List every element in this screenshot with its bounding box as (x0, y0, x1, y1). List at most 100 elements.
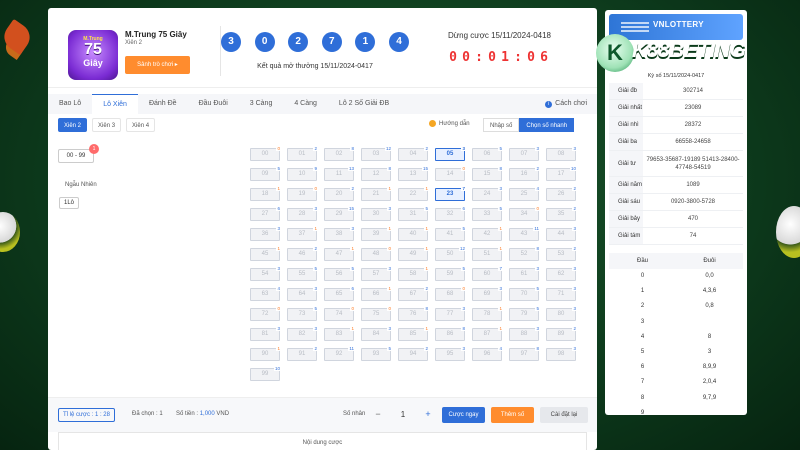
number-cell[interactable]: 61 3 (509, 266, 540, 281)
number-cell[interactable]: 71 3 (546, 286, 577, 301)
number-cell[interactable]: 58 1 (398, 266, 429, 281)
number-cell[interactable]: 75 0 (361, 306, 392, 321)
number-cell[interactable]: 05 3 (435, 146, 466, 161)
number-cell[interactable]: 36 3 (250, 226, 281, 241)
number-cell[interactable]: 52 8 (509, 246, 540, 261)
number-cell[interactable]: 44 3 (546, 226, 577, 241)
number-cell[interactable]: 02 8 (324, 146, 355, 161)
number-cell[interactable]: 56 5 (324, 266, 355, 281)
number-cell[interactable]: 49 1 (398, 246, 429, 261)
number-cell[interactable]: 81 3 (250, 326, 281, 341)
tab-danh-de[interactable]: Đánh Đề (138, 94, 188, 114)
number-cell[interactable]: 63 4 (250, 286, 281, 301)
multiplier-decrease-button[interactable]: − (371, 408, 385, 422)
number-cell[interactable]: 32 6 (435, 206, 466, 221)
bet-now-button[interactable]: Cược ngay (442, 407, 485, 423)
number-cell[interactable]: 50 12 (435, 246, 466, 261)
number-cell[interactable]: 06 5 (472, 146, 503, 161)
number-cell[interactable]: 78 1 (472, 306, 503, 321)
number-cell[interactable]: 77 3 (435, 306, 466, 321)
number-cell[interactable]: 48 0 (361, 246, 392, 261)
number-cell[interactable]: 45 1 (250, 246, 281, 261)
number-cell[interactable]: 74 0 (324, 306, 355, 321)
number-cell[interactable]: 68 0 (435, 286, 466, 301)
number-cell[interactable]: 57 3 (361, 266, 392, 281)
number-cell[interactable]: 54 3 (250, 266, 281, 281)
number-cell[interactable]: 38 3 (324, 226, 355, 241)
number-cell[interactable]: 15 8 (472, 166, 503, 181)
subtab-xien-4[interactable]: Xiên 4 (126, 118, 156, 132)
tab-3-cang[interactable]: 3 Càng (239, 94, 284, 114)
add-number-button[interactable]: Thêm số (491, 407, 534, 423)
number-cell[interactable]: 18 1 (250, 186, 281, 201)
how-to-play-link[interactable]: i Cách chơi (545, 94, 587, 114)
number-cell[interactable]: 83 1 (324, 326, 355, 341)
number-cell[interactable]: 99 10 (250, 366, 281, 381)
number-cell[interactable]: 84 3 (361, 326, 392, 341)
number-cell[interactable]: 94 2 (398, 346, 429, 361)
number-cell[interactable]: 43 11 (509, 226, 540, 241)
number-cell[interactable]: 46 2 (287, 246, 318, 261)
game-lobby-button[interactable]: Sảnh trò chơi ▸ (125, 56, 190, 74)
number-cell[interactable]: 72 0 (250, 306, 281, 321)
number-cell[interactable]: 23 7 (435, 186, 466, 201)
number-cell[interactable]: 28 3 (287, 206, 318, 221)
number-cell[interactable]: 21 1 (361, 186, 392, 201)
number-cell[interactable]: 20 2 (324, 186, 355, 201)
multiplier-increase-button[interactable]: + (421, 408, 435, 422)
tab-bao-lo[interactable]: Bao Lô (48, 94, 92, 114)
number-cell[interactable]: 00 0 (250, 146, 281, 161)
number-cell[interactable]: 19 0 (287, 186, 318, 201)
number-cell[interactable]: 42 1 (472, 226, 503, 241)
tab-lo-2-so-giai-db[interactable]: Lô 2 Số Giải ĐB (328, 94, 400, 114)
tab-dau-duoi[interactable]: Đầu Đuôi (188, 94, 239, 114)
number-cell[interactable]: 24 3 (472, 186, 503, 201)
mode-manual-entry[interactable]: Nhập số (483, 118, 520, 132)
number-cell[interactable]: 87 1 (472, 326, 503, 341)
number-cell[interactable]: 01 2 (287, 146, 318, 161)
number-cell[interactable]: 30 3 (361, 206, 392, 221)
number-cell[interactable]: 04 2 (398, 146, 429, 161)
reset-button[interactable]: Cài đặt lại (540, 407, 588, 423)
number-cell[interactable]: 60 7 (472, 266, 503, 281)
number-cell[interactable]: 07 3 (509, 146, 540, 161)
number-cell[interactable]: 11 13 (324, 166, 355, 181)
number-cell[interactable]: 64 3 (287, 286, 318, 301)
number-cell[interactable]: 17 10 (546, 166, 577, 181)
number-cell[interactable]: 91 2 (287, 346, 318, 361)
number-cell[interactable]: 55 5 (287, 266, 318, 281)
number-cell[interactable]: 62 3 (546, 266, 577, 281)
number-cell[interactable]: 40 1 (398, 226, 429, 241)
number-cell[interactable]: 67 2 (398, 286, 429, 301)
number-cell[interactable]: 80 3 (546, 306, 577, 321)
number-cell[interactable]: 29 15 (324, 206, 355, 221)
subtab-xien-2[interactable]: Xiên 2 (58, 118, 88, 132)
mode-quick-pick[interactable]: Chọn số nhanh (519, 118, 575, 132)
number-cell[interactable]: 95 3 (435, 346, 466, 361)
number-cell[interactable]: 93 5 (361, 346, 392, 361)
number-cell[interactable]: 73 5 (287, 306, 318, 321)
number-cell[interactable]: 89 2 (546, 326, 577, 341)
subtab-xien-3[interactable]: Xiên 3 (92, 118, 122, 132)
number-cell[interactable]: 22 1 (398, 186, 429, 201)
number-cell[interactable]: 31 5 (398, 206, 429, 221)
number-cell[interactable]: 16 2 (509, 166, 540, 181)
number-cell[interactable]: 12 8 (361, 166, 392, 181)
number-cell[interactable]: 66 1 (361, 286, 392, 301)
number-cell[interactable]: 90 1 (250, 346, 281, 361)
number-cell[interactable]: 98 3 (546, 346, 577, 361)
number-cell[interactable]: 69 3 (472, 286, 503, 301)
number-cell[interactable]: 26 2 (546, 186, 577, 201)
number-cell[interactable]: 14 0 (435, 166, 466, 181)
number-cell[interactable]: 82 3 (287, 326, 318, 341)
number-cell[interactable]: 34 0 (509, 206, 540, 221)
number-cell[interactable]: 09 5 (250, 166, 281, 181)
multiplier-input[interactable]: 1 (388, 408, 418, 422)
number-cell[interactable]: 35 2 (546, 206, 577, 221)
number-cell[interactable]: 08 3 (546, 146, 577, 161)
number-cell[interactable]: 92 11 (324, 346, 355, 361)
tab-4-cang[interactable]: 4 Càng (283, 94, 328, 114)
number-cell[interactable]: 47 1 (324, 246, 355, 261)
number-cell[interactable]: 39 1 (361, 226, 392, 241)
number-cell[interactable]: 85 1 (398, 326, 429, 341)
